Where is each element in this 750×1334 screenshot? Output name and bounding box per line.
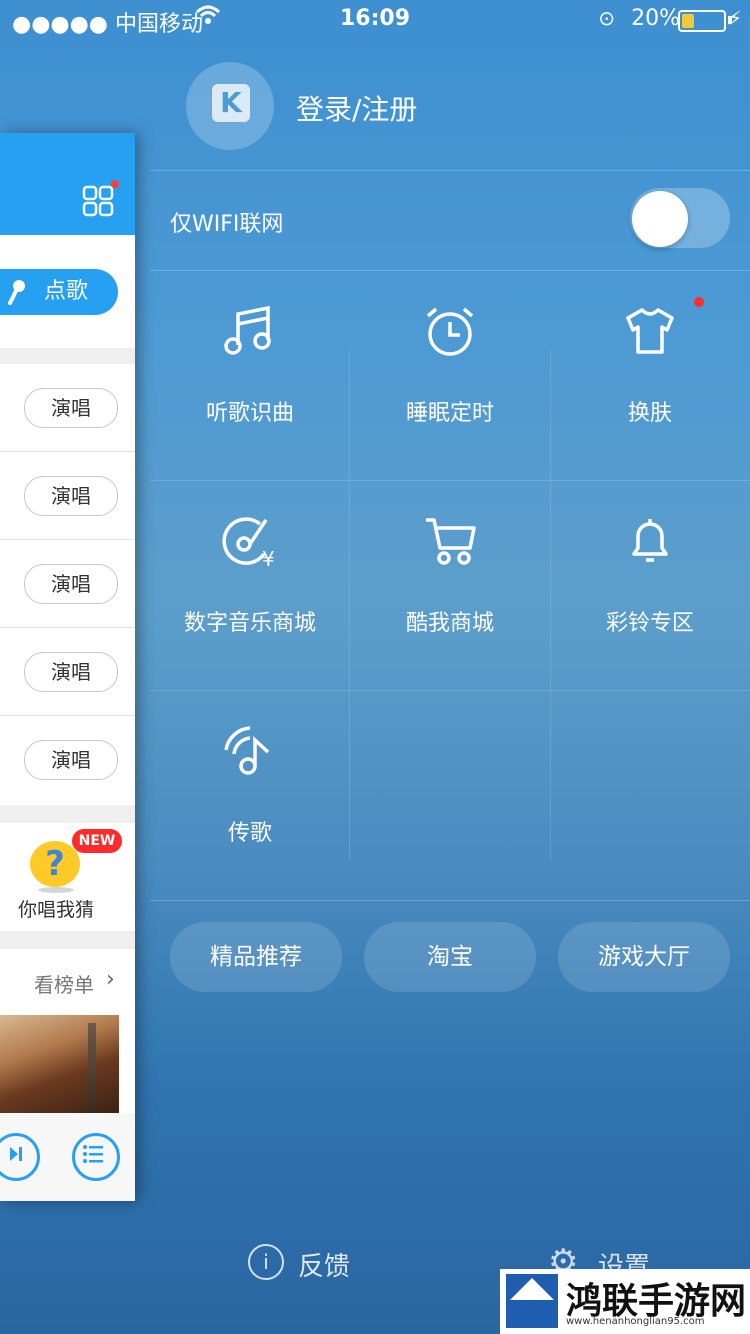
grid-item-label: 传歌 bbox=[227, 821, 272, 846]
bell-icon bbox=[620, 510, 680, 570]
notification-dot bbox=[694, 297, 704, 307]
info-icon[interactable]: i bbox=[248, 1244, 284, 1280]
question-shadow bbox=[38, 887, 74, 893]
new-badge: NEW bbox=[72, 829, 122, 853]
section-separator bbox=[0, 348, 135, 364]
row-divider bbox=[0, 451, 135, 452]
divider bbox=[150, 900, 750, 901]
grid-item-ringtone[interactable]: 彩铃专区 bbox=[550, 480, 750, 690]
grid-item-label: 数字音乐商城 bbox=[183, 611, 316, 636]
featured-recommend-button[interactable]: 精品推荐 bbox=[170, 922, 342, 992]
chevron-right-icon[interactable]: › bbox=[106, 967, 115, 992]
rotation-lock-icon: ⊙ bbox=[598, 6, 615, 30]
grid-item-kuwo-store[interactable]: 酷我商城 bbox=[350, 480, 550, 690]
feedback-button[interactable]: 反馈 bbox=[298, 1246, 350, 1283]
charging-icon: ⚡ bbox=[727, 6, 742, 30]
request-song-label: 点歌 bbox=[44, 279, 89, 304]
toggle-knob[interactable] bbox=[632, 191, 688, 247]
svg-text:¥: ¥ bbox=[262, 547, 275, 570]
grid-item-label: 彩铃专区 bbox=[605, 611, 694, 636]
album-cover[interactable] bbox=[0, 1015, 119, 1113]
status-bar: ●●●●● 中国移动 16:09 ⊙ 20% ⚡ bbox=[0, 0, 750, 40]
notification-dot bbox=[111, 180, 119, 188]
microphone-icon bbox=[8, 280, 25, 305]
row-divider bbox=[0, 715, 135, 716]
row-divider bbox=[0, 627, 135, 628]
question-mark-icon: ? bbox=[30, 841, 80, 887]
grid-item-label: 酷我商城 bbox=[405, 611, 494, 636]
playlist-icon[interactable] bbox=[72, 1133, 120, 1181]
battery-percent: 20% bbox=[631, 6, 680, 31]
grid-item-transfer-song[interactable]: 传歌 bbox=[150, 690, 350, 900]
watermark-logo-shape bbox=[510, 1278, 554, 1300]
divider bbox=[150, 170, 750, 171]
row-divider bbox=[0, 539, 135, 540]
wireless-music-icon bbox=[220, 720, 280, 780]
alarm-clock-icon bbox=[420, 300, 480, 360]
grid-item-label: 听歌识曲 bbox=[205, 401, 294, 426]
battery-level bbox=[682, 14, 694, 28]
grid-item-song-recognition[interactable]: 听歌识曲 bbox=[150, 270, 350, 480]
tshirt-icon bbox=[620, 300, 680, 360]
battery-icon bbox=[678, 10, 726, 32]
login-register-link[interactable]: 登录/注册 bbox=[296, 88, 417, 128]
sing-button[interactable]: 演唱 bbox=[24, 740, 118, 780]
app-logo-icon: K bbox=[212, 84, 250, 122]
game-hall-button[interactable]: 游戏大厅 bbox=[558, 922, 730, 992]
view-charts-link[interactable]: 看榜单 bbox=[34, 969, 94, 998]
watermark-url: www.henanhonglian95.com bbox=[566, 1316, 705, 1327]
taobao-button[interactable]: 淘宝 bbox=[364, 922, 536, 992]
grid-item-digital-music-store[interactable]: ¥ 数字音乐商城 bbox=[150, 480, 350, 690]
grid-item-skin[interactable]: 换肤 bbox=[550, 270, 750, 480]
sing-button[interactable]: 演唱 bbox=[24, 388, 118, 428]
sing-button[interactable]: 演唱 bbox=[24, 564, 118, 604]
request-song-button[interactable]: 点歌 bbox=[0, 269, 118, 315]
music-disc-yen-icon: ¥ bbox=[220, 510, 280, 571]
sing-button[interactable]: 演唱 bbox=[24, 476, 118, 516]
main-page-preview[interactable]: 点歌 演唱 演唱 演唱 演唱 演唱 ? NEW 你唱我猜 看榜单 › bbox=[0, 133, 135, 1201]
grid-item-label: 睡眠定时 bbox=[405, 401, 494, 426]
apps-grid-icon[interactable] bbox=[82, 185, 114, 217]
music-note-icon bbox=[220, 300, 280, 360]
guess-game-label: 你唱我猜 bbox=[17, 899, 94, 921]
sing-button[interactable]: 演唱 bbox=[24, 652, 118, 692]
grid-item-label: 换肤 bbox=[627, 401, 672, 426]
album-cover-detail bbox=[88, 1023, 96, 1113]
section-separator bbox=[0, 805, 135, 823]
grid-item-sleep-timer[interactable]: 睡眠定时 bbox=[350, 270, 550, 480]
shopping-cart-icon bbox=[420, 510, 480, 570]
wifi-only-label: 仅WIFI联网 bbox=[170, 212, 284, 237]
section-separator bbox=[0, 931, 135, 949]
